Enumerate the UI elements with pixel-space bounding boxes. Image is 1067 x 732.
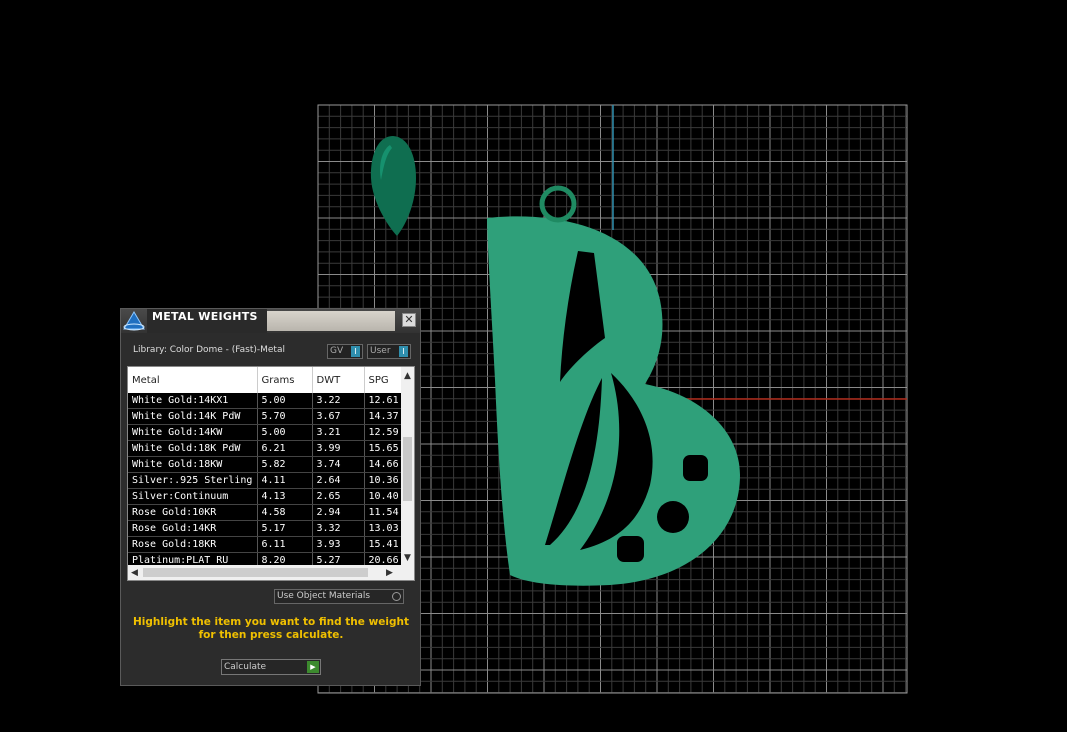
scroll-right-icon[interactable]: ▶ — [386, 568, 393, 578]
grams-cell: 4.13 — [257, 488, 313, 505]
grams-cell: 5.82 — [257, 456, 313, 473]
metal-cell: White Gold:14KW — [128, 424, 258, 441]
table-row[interactable]: White Gold:14K PdW 5.70 3.67 14.37 — [128, 408, 414, 425]
horizontal-scroll-thumb[interactable] — [143, 568, 368, 577]
calculate-label: Calculate — [224, 662, 267, 672]
table-row[interactable]: Silver:.925 Sterling 4.11 2.64 10.36 — [128, 472, 414, 489]
horizontal-scrollbar[interactable]: ◀ ▶ — [128, 565, 414, 580]
play-arrow-icon: ▶ — [307, 661, 319, 673]
gv-toggle[interactable]: GV I — [327, 344, 363, 359]
dwt-cell: 3.74 — [312, 456, 365, 473]
grams-cell: 5.17 — [257, 520, 313, 537]
instructions-text: Highlight the item you want to find the … — [133, 616, 409, 641]
grams-cell: 4.58 — [257, 504, 313, 521]
gv-toggle-knob: I — [351, 346, 360, 357]
metal-cell: White Gold:18KW — [128, 456, 258, 473]
column-header-grams[interactable]: Grams — [257, 367, 313, 393]
metal-cell: Silver:.925 Sterling — [128, 472, 258, 489]
table-row[interactable]: Rose Gold:14KR 5.17 3.32 13.03 — [128, 520, 414, 537]
metal-weights-panel: METAL WEIGHTS ✕ Library: Color Dome - (F… — [120, 308, 421, 686]
grams-cell: 6.21 — [257, 440, 313, 457]
scroll-up-icon[interactable]: ▲ — [404, 371, 411, 381]
teardrop-gem-model[interactable] — [370, 136, 416, 236]
grams-cell: 5.00 — [257, 424, 313, 441]
metal-cell: Rose Gold:18KR — [128, 536, 258, 553]
library-label: Library: Color Dome - (Fast)-Metal — [133, 345, 285, 355]
table-row[interactable]: Rose Gold:10KR 4.58 2.94 11.54 — [128, 504, 414, 521]
dwt-cell: 3.99 — [312, 440, 365, 457]
grams-cell: 5.70 — [257, 408, 313, 425]
dwt-cell: 3.32 — [312, 520, 365, 537]
user-toggle-knob: I — [399, 346, 408, 357]
use-object-materials-option[interactable]: Use Object Materials — [274, 589, 404, 604]
metal-cell: Rose Gold:14KR — [128, 520, 258, 537]
metal-cell: Silver:Continuum — [128, 488, 258, 505]
metal-cell: White Gold:14KX1 — [128, 393, 258, 409]
table-row[interactable]: Rose Gold:18KR 6.11 3.93 15.41 — [128, 536, 414, 553]
metal-cell: White Gold:14K PdW — [128, 408, 258, 425]
grams-cell: 4.11 — [257, 472, 313, 489]
table-row[interactable]: White Gold:14KX1 5.00 3.22 12.61 — [128, 393, 414, 409]
radio-icon[interactable] — [392, 592, 401, 601]
metal-cell: White Gold:18K PdW — [128, 440, 258, 457]
pyramid-logo-icon — [123, 311, 145, 331]
gv-toggle-label: GV — [330, 346, 344, 356]
grams-cell: 5.00 — [257, 393, 313, 409]
metal-table: Metal Grams DWT SPG White Gold:14KX1 5.00… — [128, 367, 414, 569]
column-header-metal[interactable]: Metal — [128, 367, 258, 393]
vertical-scroll-thumb[interactable] — [403, 437, 412, 501]
dwt-cell: 3.67 — [312, 408, 365, 425]
title-tab-fill — [267, 311, 395, 331]
dwt-cell: 2.64 — [312, 472, 365, 489]
column-header-dwt[interactable]: DWT — [312, 367, 365, 393]
grams-cell: 6.11 — [257, 536, 313, 553]
scroll-down-icon[interactable]: ▼ — [404, 553, 411, 563]
table-row[interactable]: White Gold:18K PdW 6.21 3.99 15.65 — [128, 440, 414, 457]
bail-ring-model[interactable] — [539, 185, 577, 223]
dwt-cell: 2.94 — [312, 504, 365, 521]
table-row[interactable]: Silver:Continuum 4.13 2.65 10.40 — [128, 488, 414, 505]
dwt-cell: 2.65 — [312, 488, 365, 505]
panel-title: METAL WEIGHTS — [152, 310, 258, 323]
dwt-cell: 3.21 — [312, 424, 365, 441]
table-row[interactable]: White Gold:18KW 5.82 3.74 14.66 — [128, 456, 414, 473]
metal-table-container: Metal Grams DWT SPG White Gold:14KX1 5.00… — [127, 366, 415, 581]
dwt-cell: 3.93 — [312, 536, 365, 553]
user-toggle[interactable]: User I — [367, 344, 411, 359]
use-object-materials-label: Use Object Materials — [277, 591, 371, 601]
vertical-scrollbar[interactable]: ▲ ▼ — [401, 367, 414, 565]
table-row[interactable]: White Gold:14KW 5.00 3.21 12.59 — [128, 424, 414, 441]
close-icon[interactable]: ✕ — [402, 313, 416, 327]
scroll-left-icon[interactable]: ◀ — [131, 568, 138, 578]
dwt-cell: 3.22 — [312, 393, 365, 409]
metal-cell: Rose Gold:10KR — [128, 504, 258, 521]
user-toggle-label: User — [370, 346, 391, 356]
calculate-button[interactable]: Calculate ▶ — [221, 659, 321, 675]
